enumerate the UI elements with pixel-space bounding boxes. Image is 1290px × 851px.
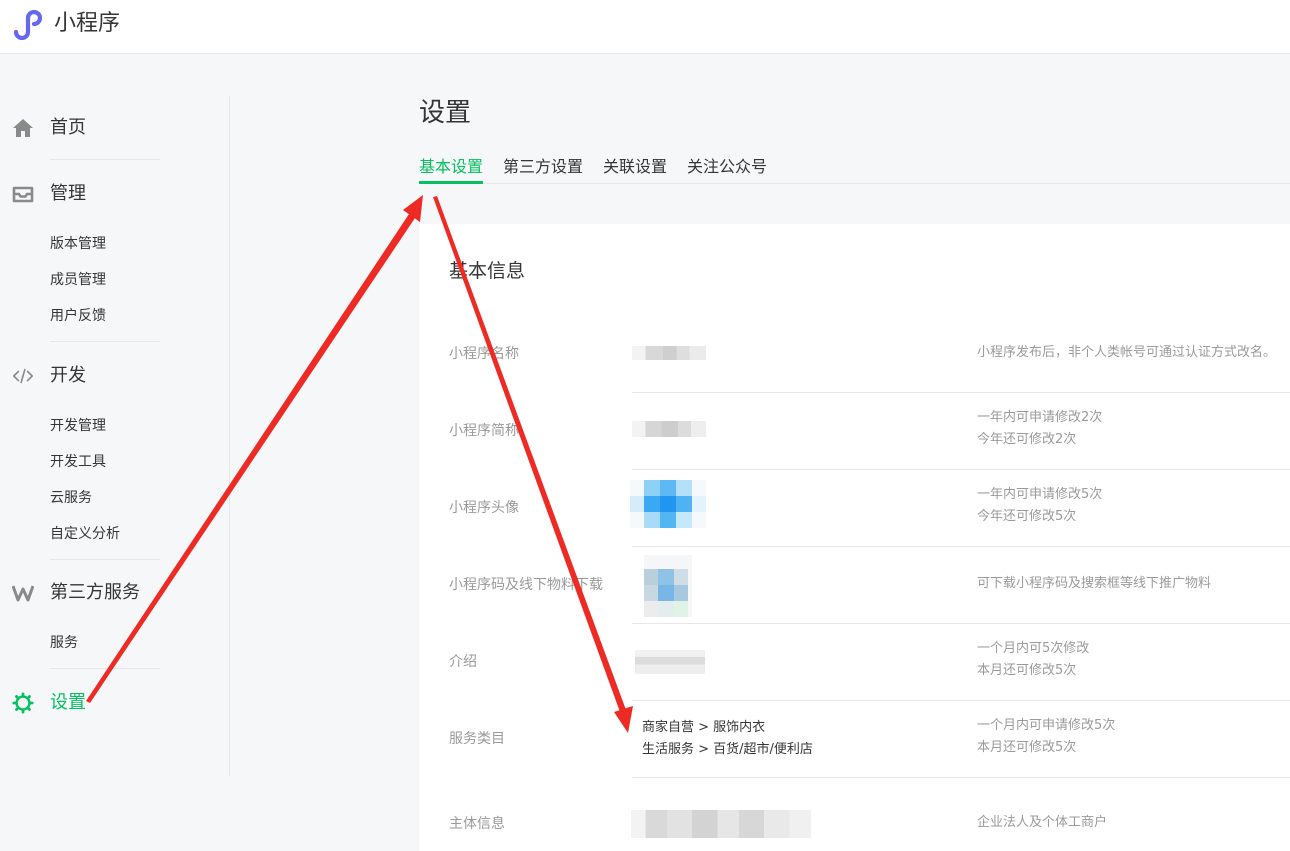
sidebar-item-label: 开发	[50, 365, 86, 386]
sidebar-item-third-party[interactable]: 第三方服务	[0, 575, 230, 611]
row-label: 小程序简称	[449, 423, 519, 439]
row-label: 小程序码及线下物料下载	[449, 577, 603, 593]
sidebar-item-cloud-service[interactable]: 云服务	[50, 488, 92, 508]
top-bar: 小程序	[0, 0, 1290, 54]
sidebar-item-label: 第三方服务	[50, 582, 140, 603]
tab-association-settings[interactable]: 关联设置	[603, 156, 667, 178]
row-description: 一个月内可申请修改5次	[977, 718, 1116, 733]
service-category-item: 商家自营 > 服饰内衣	[642, 720, 766, 735]
tab-follow-official-account[interactable]: 关注公众号	[687, 156, 767, 178]
tab-bar: 基本设置 第三方设置 关联设置 关注公众号	[419, 148, 1290, 184]
service-category-item: 生活服务 > 百货/超市/便利店	[642, 742, 813, 757]
mini-program-logo-icon[interactable]	[12, 10, 46, 40]
row-description: 今年还可修改5次	[977, 509, 1077, 524]
sidebar-item-settings[interactable]: 设置	[0, 685, 230, 721]
tab-third-party-settings[interactable]: 第三方设置	[503, 156, 583, 178]
row-description: 企业法人及个体工商户	[977, 815, 1108, 830]
pixelated-short-name-value	[632, 421, 706, 437]
row-label: 小程序名称	[449, 346, 519, 362]
sidebar-item-version-management[interactable]: 版本管理	[50, 234, 106, 254]
inbox-icon	[12, 183, 34, 205]
info-row-qr-code: 小程序码及线下物料下载 可下载小程序码及搜索框等线下推广物料	[419, 547, 1290, 624]
sidebar-item-label: 管理	[50, 183, 86, 204]
sidebar-item-develop[interactable]: 开发	[0, 358, 230, 394]
info-row-entity-info: 主体信息 企业法人及个体工商户	[419, 778, 1290, 851]
active-tab-indicator	[419, 181, 483, 184]
row-label: 小程序头像	[449, 500, 519, 516]
pixelated-avatar-image	[630, 480, 706, 528]
divider	[50, 159, 160, 160]
sidebar-item-dev-tools[interactable]: 开发工具	[50, 452, 106, 472]
pixelated-entity-value	[631, 810, 811, 838]
info-row-introduction: 介绍 一个月内可5次修改 本月还可修改5次	[419, 624, 1290, 701]
pixelated-introduction-value	[635, 650, 705, 674]
sidebar-item-label: 设置	[50, 692, 86, 713]
sidebar-item-member-management[interactable]: 成员管理	[50, 270, 106, 290]
section-title: 基本信息	[449, 260, 526, 282]
row-label: 服务类目	[449, 731, 505, 747]
row-label: 主体信息	[449, 816, 505, 832]
info-row-service-categories: 服务类目 商家自营 > 服饰内衣 生活服务 > 百货/超市/便利店 一个月内可申…	[419, 701, 1290, 778]
sidebar-item-services[interactable]: 服务	[50, 633, 78, 653]
pixelated-qr-code-image[interactable]	[644, 555, 692, 617]
basic-info-card: 基本信息 小程序名称 小程序发布后，非个人类帐号可通过认证方式改名。 小程序简称…	[419, 224, 1290, 851]
app-title[interactable]: 小程序	[54, 9, 120, 39]
row-label: 介绍	[449, 654, 477, 670]
divider	[50, 559, 160, 560]
row-description: 一年内可申请修改2次	[977, 410, 1103, 425]
sidebar-item-dev-management[interactable]: 开发管理	[50, 416, 106, 436]
page-title: 设置	[419, 98, 472, 128]
row-description: 可下载小程序码及搜索框等线下推广物料	[977, 576, 1212, 591]
home-icon	[12, 117, 34, 139]
third-party-icon	[12, 582, 34, 604]
code-icon	[12, 365, 34, 387]
row-description: 小程序发布后，非个人类帐号可通过认证方式改名。	[977, 345, 1277, 360]
row-description: 今年还可修改2次	[977, 432, 1077, 447]
divider	[50, 668, 160, 669]
pixelated-name-value	[632, 346, 706, 360]
info-row-short-name: 小程序简称 一年内可申请修改2次 今年还可修改2次	[419, 393, 1290, 470]
sidebar-item-home[interactable]: 首页	[0, 110, 230, 146]
row-description: 一个月内可5次修改	[977, 641, 1090, 656]
row-description: 本月还可修改5次	[977, 740, 1077, 755]
row-description: 一年内可申请修改5次	[977, 487, 1103, 502]
sidebar-item-custom-analytics[interactable]: 自定义分析	[50, 524, 120, 544]
tab-basic-settings[interactable]: 基本设置	[419, 156, 483, 178]
sidebar-item-manage[interactable]: 管理	[0, 176, 230, 212]
row-description: 本月还可修改5次	[977, 663, 1077, 678]
info-row-name: 小程序名称 小程序发布后，非个人类帐号可通过认证方式改名。	[419, 316, 1290, 393]
sidebar-item-label: 首页	[50, 117, 86, 138]
sidebar: 首页 管理 版本管理 成员管理 用户反馈 开发 开发管理 开发工具 云服务 自定…	[0, 96, 230, 776]
sidebar-item-user-feedback[interactable]: 用户反馈	[50, 306, 106, 326]
gear-icon	[12, 692, 34, 714]
info-row-avatar: 小程序头像 一年内可申请修改5次 今年还可修改5次	[419, 470, 1290, 547]
divider	[50, 341, 160, 342]
